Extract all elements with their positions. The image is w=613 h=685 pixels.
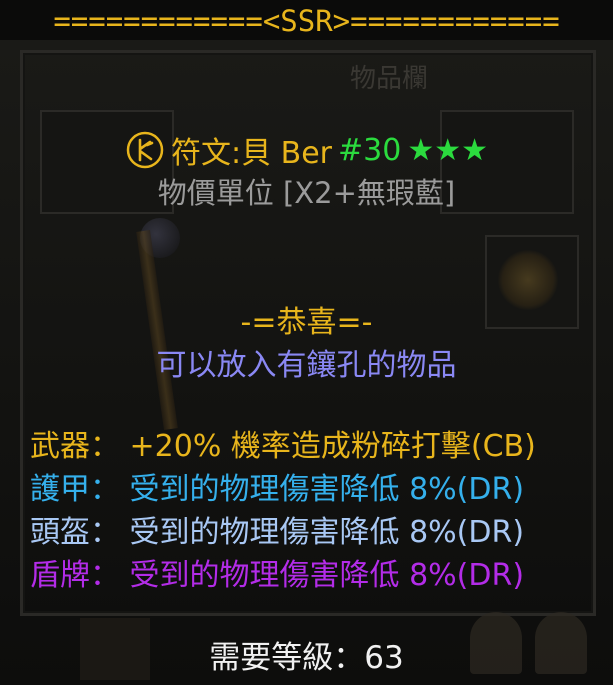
stat-slot-label: 武器：	[30, 429, 120, 464]
stat-slot-label: 盾牌：	[30, 558, 120, 593]
congrats-text: -=恭喜=-	[240, 305, 373, 340]
price-unit: 物價單位 [X2+無瑕藍]	[157, 176, 456, 210]
item-stars: ★★★	[407, 132, 488, 168]
rarity-header: ============<SSR>============	[53, 4, 560, 38]
stat-line: 頭盔： 受到的物理傷害降低 8%(DR)	[30, 507, 524, 551]
stat-value: 受到的物理傷害降低 8%(DR)	[120, 472, 525, 507]
requirement-label: 需要等級：	[209, 640, 365, 676]
stat-value: 受到的物理傷害降低 8%(DR)	[120, 558, 525, 593]
stat-value: 受到的物理傷害降低 8%(DR)	[120, 515, 525, 550]
stat-line: 盾牌： 受到的物理傷害降低 8%(DR)	[30, 550, 524, 594]
stat-line: 武器： +20% 機率造成粉碎打擊(CB)	[30, 421, 536, 465]
item-tooltip: ============<SSR>============ 符文:貝 Ber #…	[0, 0, 613, 685]
stat-slot-label: 護甲：	[30, 472, 120, 507]
item-name: 符文:貝 Ber	[170, 136, 332, 171]
rune-ber-icon	[125, 130, 165, 170]
stat-value: +20% 機率造成粉碎打擊(CB)	[120, 429, 536, 464]
item-name-line: 符文:貝 Ber #30 ★★★	[0, 128, 613, 172]
requirement-value: 63	[364, 640, 404, 676]
level-requirement: 需要等級：63	[0, 632, 613, 677]
stat-line: 護甲： 受到的物理傷害降低 8%(DR)	[30, 464, 524, 508]
item-number: #30	[338, 132, 402, 168]
socket-description: 可以放入有鑲孔的物品	[156, 348, 457, 383]
stat-slot-label: 頭盔：	[30, 515, 120, 550]
